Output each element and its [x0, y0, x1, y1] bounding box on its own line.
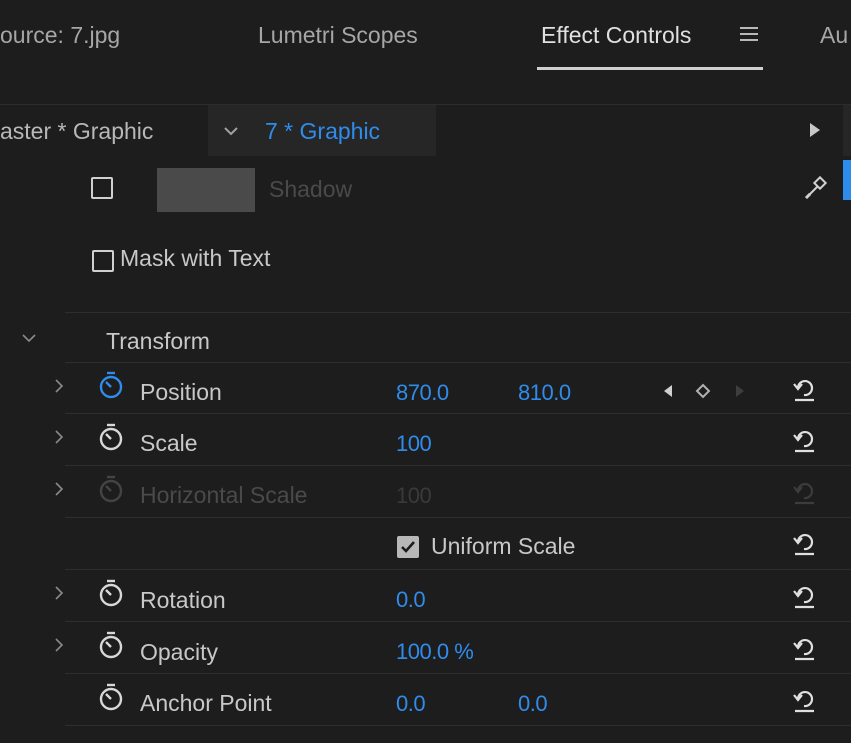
opacity-number[interactable]: 100.0 — [396, 639, 449, 664]
shadow-checkbox[interactable] — [91, 177, 113, 199]
mask-with-text-checkbox[interactable] — [92, 250, 114, 272]
tab-lumetri-scopes[interactable]: Lumetri Scopes — [258, 22, 418, 49]
checkmark-icon — [401, 541, 415, 553]
position-label: Position — [140, 379, 222, 405]
reset-icon[interactable] — [790, 374, 818, 409]
expand-chevron-icon[interactable] — [54, 481, 64, 502]
reset-icon — [790, 477, 818, 512]
reset-icon[interactable] — [790, 581, 818, 616]
stopwatch-icon[interactable] — [97, 578, 125, 613]
stopwatch-icon — [97, 474, 125, 509]
keyframe-prev-icon[interactable] — [662, 383, 674, 404]
shadow-label: Shadow — [269, 176, 353, 202]
tab-source[interactable]: ource: 7.jpg — [0, 22, 120, 49]
chevron-down-icon[interactable] — [21, 331, 37, 349]
mask-with-text-label: Mask with Text — [120, 245, 271, 271]
uniform-scale-label: Uniform Scale — [431, 533, 576, 559]
scale-label: Scale — [140, 430, 198, 456]
opacity-value[interactable]: 100.0 % — [396, 639, 474, 665]
expand-chevron-icon[interactable] — [54, 637, 64, 658]
divider — [65, 569, 851, 570]
uniform-scale-checkbox[interactable] — [397, 536, 419, 558]
opacity-label: Opacity — [140, 639, 218, 665]
rotation-label: Rotation — [140, 587, 226, 613]
divider — [65, 673, 851, 674]
sequence-clip-label[interactable]: 7 * Graphic — [265, 118, 380, 145]
reset-icon[interactable] — [790, 528, 818, 563]
anchor-point-label: Anchor Point — [140, 690, 272, 716]
stopwatch-icon[interactable] — [97, 370, 125, 405]
scale-value[interactable]: 100 — [396, 431, 432, 457]
active-tab-indicator — [537, 67, 763, 70]
stopwatch-icon[interactable] — [97, 422, 125, 457]
divider — [65, 312, 851, 313]
anchor-point-x-value[interactable]: 0.0 — [396, 691, 426, 717]
divider — [65, 413, 851, 414]
keyframe-next-icon[interactable] — [734, 383, 746, 404]
dropdown-chevron-icon[interactable] — [223, 124, 239, 143]
reset-icon[interactable] — [790, 425, 818, 460]
position-y-value[interactable]: 810.0 — [518, 380, 571, 406]
divider — [65, 362, 851, 363]
divider — [65, 725, 851, 726]
horizontal-scale-label: Horizontal Scale — [140, 482, 308, 508]
stopwatch-icon[interactable] — [97, 630, 125, 665]
opacity-unit: % — [454, 639, 474, 664]
panel-tab-bar — [0, 0, 851, 104]
timeline-edge — [843, 105, 851, 156]
expand-chevron-icon[interactable] — [54, 429, 64, 450]
stopwatch-icon[interactable] — [97, 682, 125, 717]
divider — [65, 621, 851, 622]
expand-chevron-icon[interactable] — [54, 585, 64, 606]
master-clip-label[interactable]: aster * Graphic — [0, 118, 153, 145]
tab-effect-controls[interactable]: Effect Controls — [541, 22, 691, 49]
keyframe-diamond-icon[interactable] — [695, 383, 711, 404]
tab-audio[interactable]: Au — [820, 22, 848, 49]
divider — [65, 517, 851, 518]
timeline-clip-edge — [843, 160, 851, 200]
rotation-value[interactable]: 0.0 — [396, 587, 426, 613]
horizontal-scale-value: 100 — [396, 483, 432, 508]
position-x-value[interactable]: 870.0 — [396, 380, 449, 406]
panel-menu-icon[interactable] — [738, 20, 760, 51]
reset-icon[interactable] — [790, 633, 818, 668]
expand-chevron-icon[interactable] — [54, 378, 64, 399]
play-triangle-icon[interactable] — [808, 121, 822, 144]
transform-section-label: Transform — [106, 328, 210, 354]
anchor-point-y-value[interactable]: 0.0 — [518, 691, 548, 717]
reset-icon[interactable] — [790, 685, 818, 720]
shadow-color-swatch[interactable] — [157, 168, 255, 212]
eyedropper-icon[interactable] — [802, 174, 830, 207]
divider — [65, 465, 851, 466]
